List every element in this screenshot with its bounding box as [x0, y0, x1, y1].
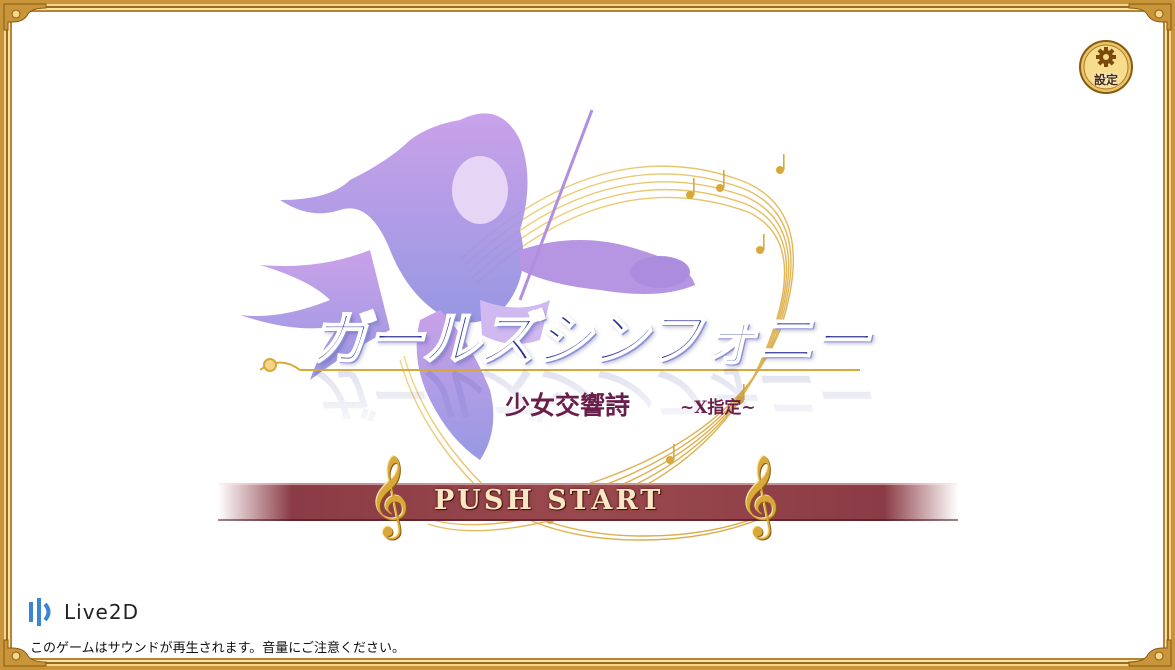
game-subtitle-tag: ~X指定~ — [680, 398, 756, 418]
game-subtitle: 少女交響詩 — [505, 391, 631, 420]
sound-notice: このゲームはサウンドが再生されます。音量にご注意ください。 — [30, 641, 406, 656]
settings-button[interactable]: 設定 — [1077, 38, 1135, 96]
frame-corner-ornament — [1128, 3, 1172, 31]
live2d-logo: Live2D — [28, 597, 139, 627]
frame-corner-ornament — [3, 3, 47, 31]
push-start-button[interactable]: PUSH START — [434, 485, 663, 516]
settings-label: 設定 — [1093, 73, 1118, 87]
treble-clef-icon: 𝄞 — [368, 454, 410, 536]
game-title: ガールズシンフォニー — [309, 304, 871, 374]
treble-clef-icon: 𝄞 — [738, 454, 780, 536]
live2d-brand: Live2D — [64, 600, 139, 624]
frame-corner-ornament — [1128, 639, 1172, 667]
live2d-icon — [29, 598, 51, 626]
